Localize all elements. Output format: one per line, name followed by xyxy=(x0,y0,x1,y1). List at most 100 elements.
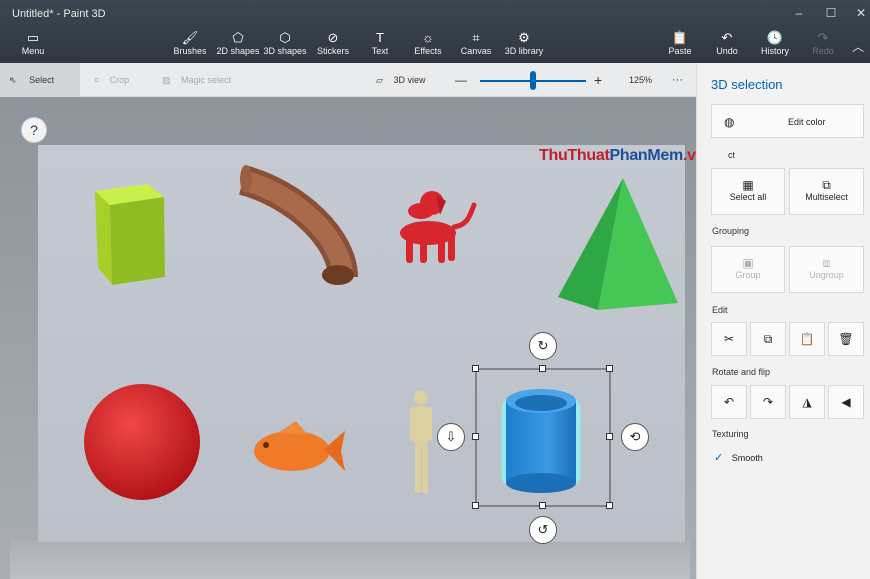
ungroup-button[interactable]: ⧈ Ungroup xyxy=(789,246,864,293)
multiselect-button[interactable]: ⧉ Multiselect xyxy=(789,168,864,215)
minimize-button[interactable]: – xyxy=(784,6,814,20)
select-all-icon: ▦ xyxy=(742,178,754,192)
tool-label: 3D shapes xyxy=(263,46,307,56)
group-label: Group xyxy=(735,270,761,280)
edit-label: Edit xyxy=(712,305,728,315)
tool-3d-library[interactable]: ⚙ 3D library xyxy=(496,30,552,56)
crop-label: Crop xyxy=(109,75,130,85)
redo-icon: ↷ xyxy=(817,30,829,45)
cut-button[interactable]: ✂ xyxy=(711,322,747,356)
smooth-checkbox[interactable]: ✓ Smooth xyxy=(714,451,763,464)
rotate-right-button[interactable]: ↷ xyxy=(750,385,786,419)
magic-select-icon: ▨ xyxy=(162,75,171,85)
zoom-value[interactable]: 125% xyxy=(629,63,652,97)
resize-handle-bottom[interactable] xyxy=(539,502,546,509)
rotate-left-button[interactable]: ↶ xyxy=(711,385,747,419)
canvas-shadow xyxy=(10,540,690,579)
paste-icon: 📋 xyxy=(799,332,815,346)
palette-icon: ◍ xyxy=(724,115,735,129)
push-back-icon[interactable]: ⇩ xyxy=(437,423,465,451)
dog-object[interactable] xyxy=(400,191,477,263)
ribbon: Untitled* - Paint 3D – ☐ ✕ ▭ Menu 🖌 Brus… xyxy=(0,0,870,63)
checkmark-icon: ✓ xyxy=(714,452,724,464)
zoom-slider-thumb[interactable] xyxy=(530,71,536,90)
menu-label: Menu xyxy=(21,46,45,56)
cuboid-object[interactable] xyxy=(95,184,165,285)
cylinder-object-selected[interactable] xyxy=(501,389,581,493)
flip-vertical-button[interactable]: ◀ xyxy=(828,385,864,419)
window-title: Untitled* - Paint 3D xyxy=(12,8,106,20)
resize-handle-right[interactable] xyxy=(606,433,613,440)
ungroup-icon: ⧈ xyxy=(822,256,831,270)
close-button[interactable]: ✕ xyxy=(846,6,870,20)
flip-horizontal-icon: ◮ xyxy=(802,395,812,409)
magic-select-tool[interactable]: ▨ Magic select xyxy=(162,63,231,97)
texturing-label: Texturing xyxy=(712,429,749,439)
select-tool[interactable]: ⇖ Select xyxy=(0,63,80,97)
resize-handle-top[interactable] xyxy=(539,365,546,372)
tool-label: Undo xyxy=(716,46,738,56)
tool-label: 3D library xyxy=(504,46,544,56)
edit-color-label: Edit color xyxy=(788,117,826,127)
watermark: ThuThuatPhanMem.vn xyxy=(539,147,706,164)
resize-handle-left[interactable] xyxy=(472,433,479,440)
paste-in-panel-button[interactable]: 📋 xyxy=(789,322,825,356)
tool-label: Redo xyxy=(812,46,834,56)
crop-icon: ⌗ xyxy=(94,75,100,85)
menu-button[interactable]: ▭ Menu xyxy=(6,30,60,56)
crop-tool[interactable]: ⌗ Crop xyxy=(94,63,129,97)
tool-label: Paste xyxy=(668,46,692,56)
maximize-button[interactable]: ☐ xyxy=(816,6,846,20)
flip-vertical-icon: ◀ xyxy=(841,395,851,409)
panel-title: 3D selection xyxy=(711,77,783,92)
menu-icon: ▭ xyxy=(26,30,40,45)
tool-label: Effects xyxy=(414,46,442,56)
tool-label: Stickers xyxy=(316,46,349,56)
help-button[interactable]: ? xyxy=(21,117,47,143)
fish-object[interactable] xyxy=(254,421,345,471)
edit-color-button[interactable]: ◍ Edit color xyxy=(711,104,864,138)
trash-icon: 🗑 xyxy=(838,332,854,346)
more-options-button[interactable]: ··· xyxy=(672,63,683,97)
flip-horizontal-button[interactable]: ◮ xyxy=(789,385,825,419)
copy-button[interactable]: ⧉ xyxy=(750,322,786,356)
rotate-flip-label: Rotate and flip xyxy=(712,367,771,377)
rotate-x-icon[interactable]: ↻ xyxy=(529,332,557,360)
multiselect-icon: ⧉ xyxy=(822,178,831,192)
cursor-icon: ⇖ xyxy=(9,75,17,85)
tool-label: Canvas xyxy=(460,46,492,56)
resize-handle-top-left[interactable] xyxy=(472,365,479,372)
3d-view-toggle[interactable]: ▱ 3D view xyxy=(376,63,425,97)
select-all-button[interactable]: ▦ Select all xyxy=(711,168,785,215)
curved-tube-object[interactable] xyxy=(238,165,358,285)
select-section-label: ct xyxy=(728,150,736,160)
tool-label: History xyxy=(760,46,789,56)
rotate-z-icon[interactable]: ↺ xyxy=(529,516,557,544)
group-button[interactable]: ▣ Group xyxy=(711,246,785,293)
group-icon: ▣ xyxy=(742,256,754,270)
selection-toolbar: ⇖ Select ⌗ Crop ▨ Magic select ▱ 3D view… xyxy=(0,63,696,97)
select-label: Select xyxy=(29,75,55,85)
sphere-object[interactable] xyxy=(84,384,200,500)
smooth-label: Smooth xyxy=(731,453,763,463)
tool-label: 2D shapes xyxy=(216,46,260,56)
tool-label: Brushes xyxy=(173,46,207,56)
resize-handle-bottom-left[interactable] xyxy=(472,502,479,509)
canvas[interactable] xyxy=(38,145,685,542)
person-object[interactable] xyxy=(410,391,432,493)
zoom-in-button[interactable]: + xyxy=(594,63,602,97)
side-panel: 3D selection ◍ Edit color ct ▦ Select al… xyxy=(696,63,870,579)
resize-handle-bottom-right[interactable] xyxy=(606,502,613,509)
chevron-up-icon[interactable]: ︿ xyxy=(852,38,864,55)
copy-icon: ⧉ xyxy=(763,332,773,346)
resize-handle-top-right[interactable] xyxy=(606,365,613,372)
redo-button[interactable]: ↷ Redo xyxy=(795,30,851,56)
delete-button[interactable]: 🗑 xyxy=(828,322,864,356)
scissors-icon: ✂ xyxy=(723,332,735,346)
rotate-y-icon[interactable]: ⟲ xyxy=(621,423,649,451)
select-all-label: Select all xyxy=(729,192,767,202)
pyramid-object[interactable] xyxy=(558,178,678,310)
zoom-out-button[interactable]: — xyxy=(455,63,467,97)
3d-view-label: 3D view xyxy=(393,75,426,85)
tool-label: Text xyxy=(371,46,389,56)
